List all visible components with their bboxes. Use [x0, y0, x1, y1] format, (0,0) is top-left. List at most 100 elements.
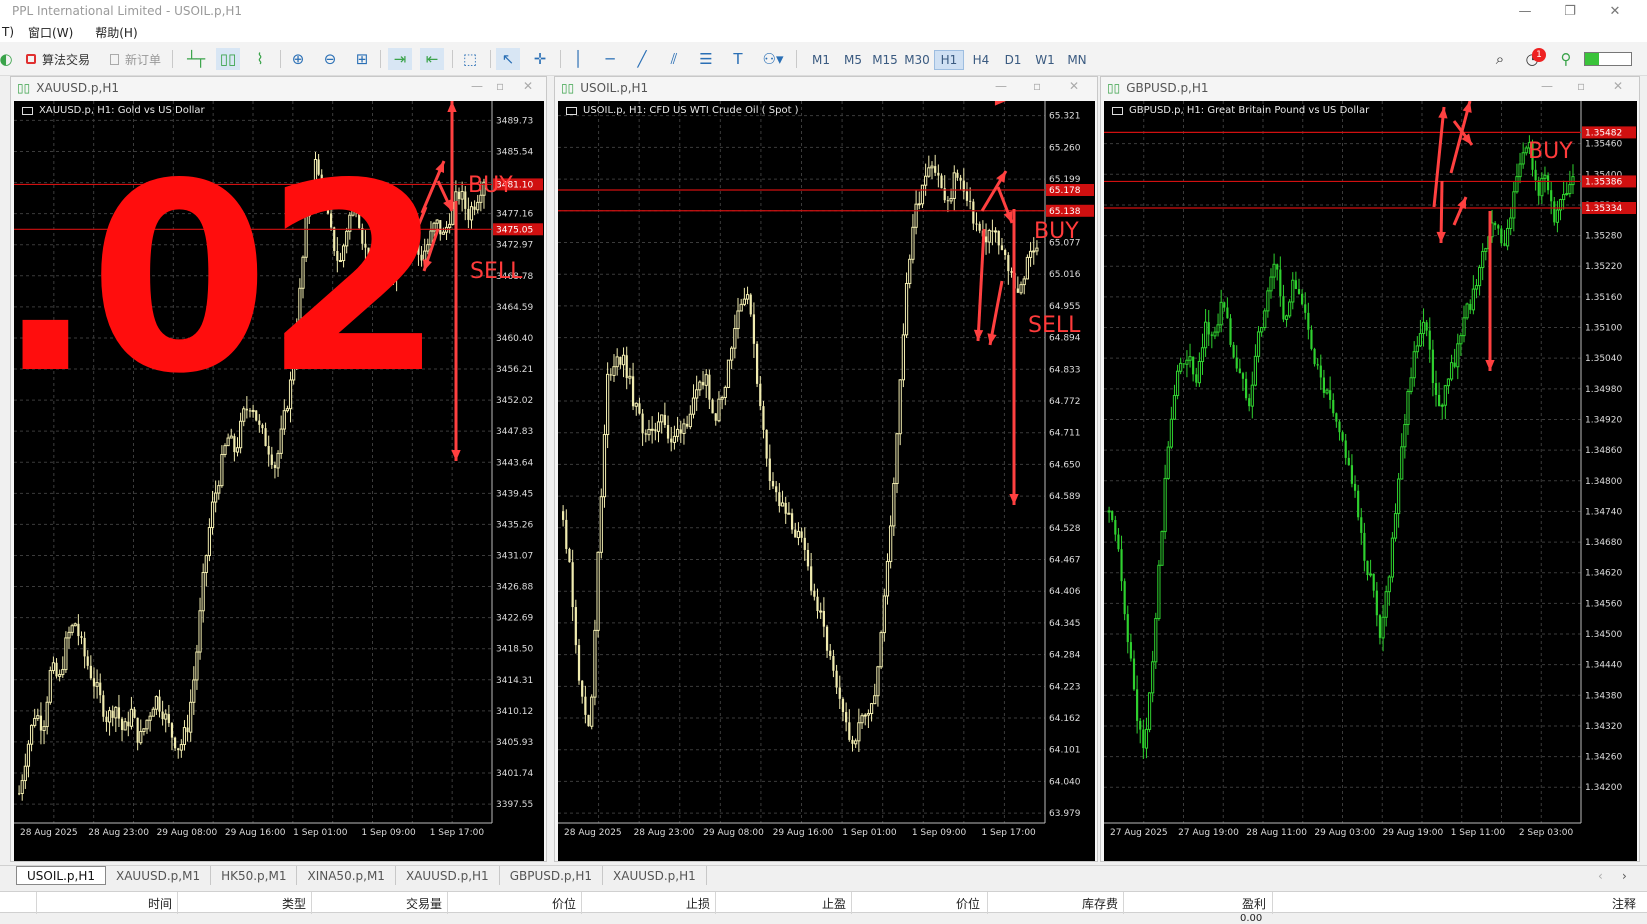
candle-body: [164, 713, 168, 720]
window-minimize-icon[interactable]: —: [471, 79, 483, 93]
signal-icon[interactable]: ⚲: [1554, 48, 1578, 70]
chart-window-xauusd[interactable]: ▯▯ XAUUSD.p,H1 — ▫ ✕ 3489.733485.543481.…: [10, 76, 547, 862]
window-maximize-icon[interactable]: ▫: [1033, 79, 1041, 93]
column-current-price[interactable]: 价位: [924, 895, 980, 912]
connection-meter: [1584, 52, 1632, 66]
timeframe-m30[interactable]: M30: [902, 50, 932, 70]
level-tag-label: 1.35334: [1585, 204, 1622, 214]
search-icon[interactable]: ⌕: [1488, 48, 1512, 70]
column-type[interactable]: 类型: [250, 895, 306, 912]
column-stop-loss[interactable]: 止损: [654, 895, 710, 912]
timeframe-m1[interactable]: M1: [806, 50, 836, 70]
menu-item-help[interactable]: 帮助(H): [95, 24, 137, 41]
connection-icon[interactable]: ◐: [0, 48, 18, 70]
candle-body: [927, 167, 931, 177]
autoscroll-icon[interactable]: ⇥: [388, 48, 412, 70]
shapes-menu-icon[interactable]: ⚇▾: [758, 48, 788, 70]
price-tick-label: 3426.88: [496, 583, 533, 593]
window-minimize-icon[interactable]: —: [995, 79, 1007, 93]
candle-body: [220, 453, 224, 487]
symbol-label: USOIL.p, H1: CFD US WTI Crude Oil ( Spot…: [566, 105, 799, 116]
candle-body: [304, 215, 308, 258]
window-close-icon[interactable]: ✕: [1613, 79, 1623, 93]
annotation-arrowhead: [1485, 359, 1495, 371]
candle-body: [1175, 370, 1180, 396]
column-volume[interactable]: 交易量: [380, 895, 442, 912]
candle-body: [656, 421, 661, 432]
candle-body: [298, 287, 302, 333]
crosshair-icon[interactable]: ✛: [528, 48, 552, 70]
timeframe-h4[interactable]: H4: [966, 50, 996, 70]
menu-item-tools[interactable]: T): [2, 25, 14, 39]
column-profit[interactable]: 盈利: [1210, 895, 1266, 912]
horizontal-line-icon[interactable]: ─: [598, 48, 622, 70]
candle-body: [708, 374, 711, 400]
column-take-profit[interactable]: 止盈: [790, 895, 846, 912]
timeframe-m5[interactable]: M5: [838, 50, 868, 70]
price-chart[interactable]: 65.32165.26065.19965.13865.07765.01664.9…: [558, 101, 1095, 861]
zoom-in-icon[interactable]: ⊕: [286, 48, 310, 70]
window-maximize-icon[interactable]: ▫: [1577, 79, 1585, 93]
window-close-icon[interactable]: ✕: [523, 79, 533, 93]
annotation-arrowhead: [403, 249, 413, 261]
fibonacci-icon[interactable]: ☰: [694, 48, 718, 70]
candle-body: [95, 682, 99, 687]
candle-body: [376, 278, 379, 289]
tab-hk50-m1[interactable]: HK50.p,M1: [211, 866, 298, 885]
time-tick-label: 1 Sep 01:00: [842, 828, 897, 838]
restore-button[interactable]: ❐: [1550, 0, 1590, 22]
candle-body: [568, 548, 571, 563]
channel-icon[interactable]: ⫽: [662, 48, 686, 70]
chart-shift-icon[interactable]: ⇤: [420, 48, 444, 70]
window-maximize-icon[interactable]: ▫: [496, 79, 504, 93]
close-button[interactable]: ✕: [1595, 0, 1635, 22]
line-chart-icon[interactable]: ⌇: [248, 48, 272, 70]
price-tick-label: 3489.73: [496, 116, 533, 126]
tab-xina50-m1[interactable]: XINA50.p,M1: [297, 866, 396, 885]
candle-body: [810, 566, 813, 591]
tab-xauusd-m1[interactable]: XAUUSD.p,M1: [106, 866, 212, 885]
candlestick-icon[interactable]: ▯▯: [216, 48, 240, 70]
chart-window-gbpusd[interactable]: ▯▯ GBPUSD.p,H1 — ▫ ✕ 1.354601.354001.353…: [1100, 76, 1640, 862]
timeframe-m15[interactable]: M15: [870, 50, 900, 70]
column-swap[interactable]: 库存费: [1050, 895, 1118, 912]
tab-scroll-right-icon[interactable]: ›: [1622, 869, 1627, 883]
grid-icon[interactable]: ⊞: [350, 48, 374, 70]
candle-body: [1568, 184, 1572, 195]
screenshot-icon[interactable]: ⬚: [458, 48, 482, 70]
zoom-out-icon[interactable]: ⊖: [318, 48, 342, 70]
new-order-button[interactable]: 新订单: [110, 48, 161, 70]
tab-scroll-left-icon[interactable]: ‹: [1598, 869, 1603, 883]
price-chart[interactable]: 3489.733485.543481.353477.163472.973468.…: [14, 101, 544, 861]
timeframe-h1[interactable]: H1: [934, 50, 964, 70]
timeframe-w1[interactable]: W1: [1030, 50, 1060, 70]
menu-item-window[interactable]: 窗口(W): [28, 24, 73, 41]
window-close-icon[interactable]: ✕: [1069, 79, 1079, 93]
timeframe-d1[interactable]: D1: [998, 50, 1028, 70]
candle-body: [55, 662, 58, 677]
column-comment[interactable]: 注释: [1580, 895, 1636, 912]
price-chart[interactable]: 1.354601.354001.353401.352801.352201.351…: [1104, 101, 1637, 861]
cursor-icon[interactable]: ↖: [496, 48, 520, 70]
algo-trading-button[interactable]: 算法交易: [26, 48, 90, 70]
chart-window-usoil[interactable]: ▯▯ USOIL.p,H1 — ▫ ✕ 65.321 65.260 65.199 65…: [554, 76, 1098, 862]
timeframe-mn[interactable]: MN: [1062, 50, 1092, 70]
vertical-line-icon[interactable]: │: [566, 48, 590, 70]
tab-usoil-h1[interactable]: USOIL.p,H1: [16, 866, 106, 885]
price-tick-label: 63.979: [1049, 809, 1081, 819]
tab-gbpusd-h1[interactable]: GBPUSD.p,H1: [500, 866, 604, 885]
minimize-button[interactable]: —: [1505, 0, 1545, 22]
trendline-icon[interactable]: ╱: [630, 48, 654, 70]
text-tool-icon[interactable]: T: [726, 48, 750, 70]
window-minimize-icon[interactable]: —: [1541, 79, 1553, 93]
candle-body: [800, 531, 803, 538]
column-price[interactable]: 价位: [520, 895, 576, 912]
candle-body: [835, 670, 838, 688]
tab-xauusd-h1[interactable]: XAUUSD.p,H1: [396, 866, 500, 885]
price-tick-label: 1.35100: [1585, 324, 1622, 334]
candle-body: [1456, 343, 1460, 368]
candle-body: [1335, 413, 1338, 422]
tab-xauusd-h1-2[interactable]: XAUUSD.p,H1: [603, 866, 707, 885]
bar-chart-icon[interactable]: ┴┬: [184, 48, 208, 70]
column-time[interactable]: 时间: [120, 895, 172, 912]
